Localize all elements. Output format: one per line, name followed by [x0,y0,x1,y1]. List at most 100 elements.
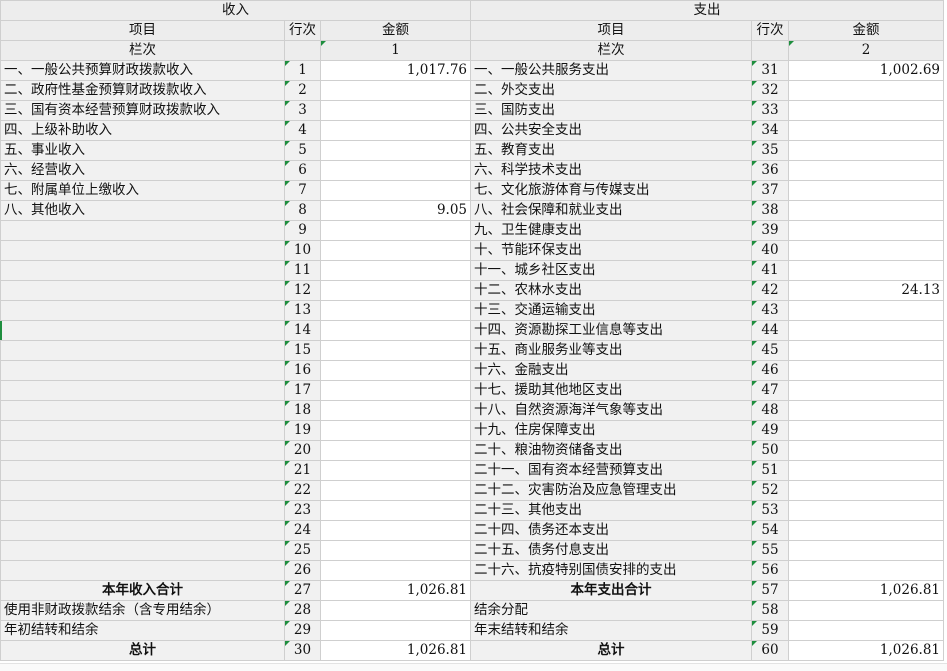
income-amount-cell[interactable]: 9.05 [319,200,472,221]
income-section-title[interactable]: 收入 [0,0,472,21]
expense-amount-cell[interactable] [788,160,945,181]
expense-item-cell[interactable]: 十、节能环保支出 [470,240,753,261]
expense-year-total-amount[interactable]: 1,026.81 [788,580,945,601]
income-line-cell[interactable]: 15 [284,340,321,361]
income-line-cell[interactable]: 24 [284,520,321,541]
expense-amount-cell[interactable] [788,140,945,161]
expense-line-cell[interactable]: 54 [751,520,790,541]
expense-line-cell[interactable]: 31 [751,60,790,81]
income-amount-cell[interactable] [319,340,472,361]
income-line-cell[interactable]: 23 [284,500,321,521]
income-item-cell[interactable] [0,540,285,561]
income-amount-cell[interactable] [319,460,472,481]
income-item-cell[interactable]: 使用非财政拨款结余（含专用结余） [0,600,285,621]
income-item-cell[interactable]: 七、附属单位上缴收入 [0,180,285,201]
income-line-cell[interactable]: 12 [284,280,321,301]
expense-line-cell[interactable]: 37 [751,180,790,201]
expense-amount-cell[interactable] [788,220,945,241]
income-item-cell[interactable]: 八、其他收入 [0,200,285,221]
expense-amount-cell[interactable] [788,400,945,421]
income-item-cell[interactable] [0,280,285,301]
income-line-cell[interactable]: 6 [284,160,321,181]
income-line-cell[interactable]: 29 [284,620,321,641]
expense-line-cell[interactable]: 33 [751,100,790,121]
income-amount-cell[interactable] [319,360,472,381]
income-item-cell[interactable] [0,500,285,521]
income-amount-cell[interactable] [319,120,472,141]
expense-line-cell[interactable]: 45 [751,340,790,361]
income-amount-cell[interactable] [319,140,472,161]
expense-line-cell[interactable]: 47 [751,380,790,401]
expense-line-cell[interactable]: 52 [751,480,790,501]
income-item-cell[interactable] [0,240,285,261]
expense-item-cell[interactable]: 七、文化旅游体育与传媒支出 [470,180,753,201]
income-amount-cell[interactable] [319,160,472,181]
income-year-total-label[interactable]: 本年收入合计 [0,580,285,601]
income-line-cell[interactable]: 14 [284,320,321,341]
income-amount-cell[interactable] [319,620,472,641]
expense-line-cell[interactable]: 58 [751,600,790,621]
expense-item-cell[interactable]: 二十、粮油物资储备支出 [470,440,753,461]
income-line-cell[interactable]: 7 [284,180,321,201]
expense-item-cell[interactable]: 十三、交通运输支出 [470,300,753,321]
income-col-line[interactable]: 行次 [284,20,321,41]
expense-year-total-label[interactable]: 本年支出合计 [470,580,753,601]
income-item-cell[interactable] [0,320,285,341]
expense-index-label[interactable]: 栏次 [470,40,753,61]
expense-item-cell[interactable]: 年末结转和结余 [470,620,753,641]
expense-line-cell[interactable]: 56 [751,560,790,581]
expense-line-cell[interactable]: 42 [751,280,790,301]
expense-line-cell[interactable]: 34 [751,120,790,141]
income-grand-total-amount[interactable]: 1,026.81 [319,640,472,661]
expense-amount-cell[interactable] [788,100,945,121]
expense-amount-cell[interactable] [788,420,945,441]
income-line-cell[interactable]: 16 [284,360,321,381]
expense-line-cell[interactable]: 36 [751,160,790,181]
expense-amount-cell[interactable] [788,480,945,501]
income-year-total-amount[interactable]: 1,026.81 [319,580,472,601]
expense-item-cell[interactable]: 十一、城乡社区支出 [470,260,753,281]
income-item-cell[interactable] [0,340,285,361]
expense-amount-cell[interactable] [788,180,945,201]
expense-item-cell[interactable]: 结余分配 [470,600,753,621]
expense-item-cell[interactable]: 五、教育支出 [470,140,753,161]
expense-item-cell[interactable]: 二、外交支出 [470,80,753,101]
income-item-cell[interactable] [0,400,285,421]
expense-item-cell[interactable]: 四、公共安全支出 [470,120,753,141]
income-line-cell[interactable]: 26 [284,560,321,581]
income-amount-cell[interactable] [319,280,472,301]
expense-amount-cell[interactable] [788,540,945,561]
expense-grand-total-line[interactable]: 60 [751,640,790,661]
income-line-cell[interactable]: 4 [284,120,321,141]
income-item-cell[interactable]: 五、事业收入 [0,140,285,161]
expense-amount-cell[interactable] [788,200,945,221]
expense-amount-cell[interactable] [788,360,945,381]
income-amount-cell[interactable] [319,100,472,121]
income-item-cell[interactable]: 年初结转和结余 [0,620,285,641]
expense-index-line[interactable] [751,40,790,61]
expense-line-cell[interactable]: 59 [751,620,790,641]
income-amount-cell[interactable] [319,320,472,341]
expense-col-number[interactable]: 2 [788,40,945,61]
expense-line-cell[interactable]: 41 [751,260,790,281]
income-amount-cell[interactable] [319,220,472,241]
income-amount-cell[interactable] [319,560,472,581]
expense-line-cell[interactable]: 39 [751,220,790,241]
expense-item-cell[interactable]: 十八、自然资源海洋气象等支出 [470,400,753,421]
income-col-amount[interactable]: 金额 [319,20,472,41]
income-item-cell[interactable]: 一、一般公共预算财政拨款收入 [0,60,285,81]
income-line-cell[interactable]: 9 [284,220,321,241]
expense-line-cell[interactable]: 48 [751,400,790,421]
income-grand-total-line[interactable]: 30 [284,640,321,661]
income-line-cell[interactable]: 3 [284,100,321,121]
income-col-number[interactable]: 1 [319,40,472,61]
income-line-cell[interactable]: 28 [284,600,321,621]
expense-amount-cell[interactable]: 1,002.69 [788,60,945,81]
expense-line-cell[interactable]: 40 [751,240,790,261]
expense-item-cell[interactable]: 十五、商业服务业等支出 [470,340,753,361]
income-amount-cell[interactable]: 1,017.76 [319,60,472,81]
income-amount-cell[interactable] [319,80,472,101]
expense-col-item[interactable]: 项目 [470,20,753,41]
expense-item-cell[interactable]: 十九、住房保障支出 [470,420,753,441]
income-amount-cell[interactable] [319,260,472,281]
